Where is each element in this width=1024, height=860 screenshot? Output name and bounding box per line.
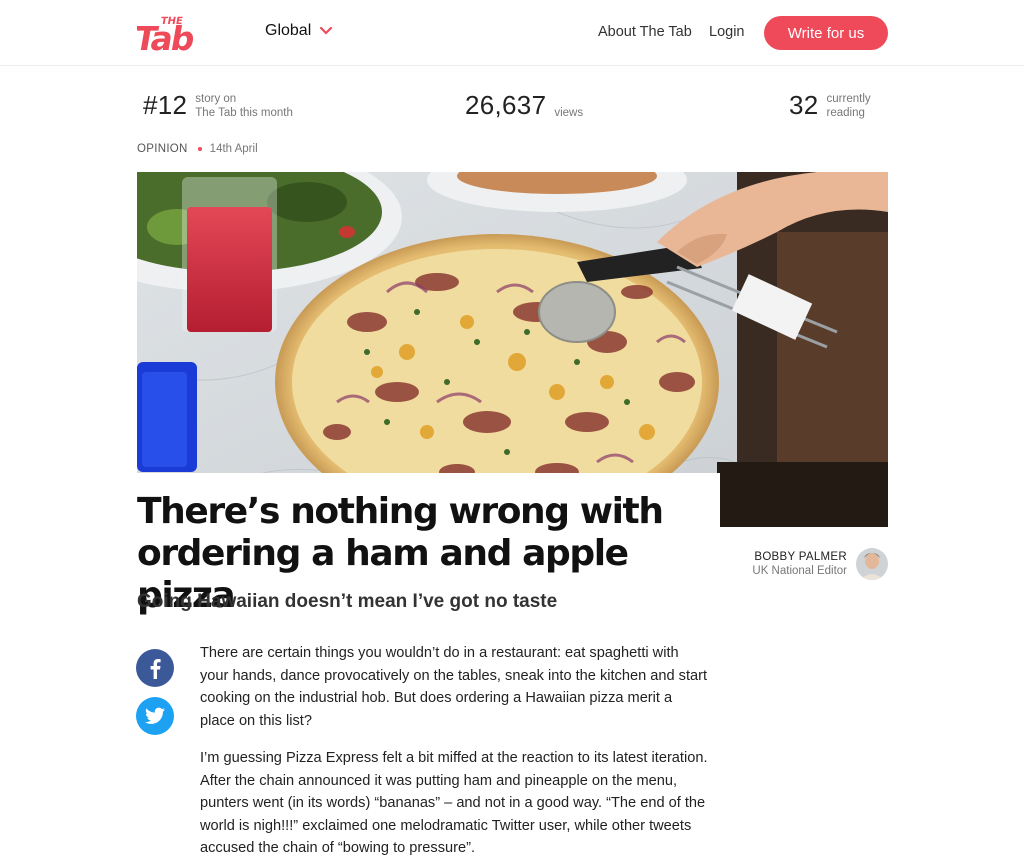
nav-login-link[interactable]: Login	[709, 24, 744, 40]
edition-label: Global	[265, 22, 312, 39]
facebook-icon	[150, 659, 161, 679]
rank-label-line1: story on	[195, 92, 237, 105]
site-header: THE Tab Global About The Tab Login Write…	[0, 0, 1024, 66]
author-role: UK National Editor	[752, 565, 847, 577]
article-paragraph: I’m guessing Pizza Express felt a bit mi…	[200, 750, 708, 856]
reading-label: currently reading	[827, 92, 871, 120]
stat-reading: 32 currently reading	[789, 90, 871, 121]
meta-separator-dot	[197, 147, 202, 151]
article-date: 14th April	[209, 143, 258, 155]
reading-value: 32	[789, 90, 819, 120]
nav-about-link[interactable]: About The Tab	[598, 24, 692, 40]
author-byline[interactable]: BOBBY PALMER UK National Editor	[752, 548, 888, 580]
share-twitter-button[interactable]	[136, 697, 174, 735]
rank-label-line2: The Tab this month	[195, 106, 293, 119]
share-facebook-button[interactable]	[136, 649, 174, 687]
chevron-down-icon	[320, 26, 333, 35]
views-label: views	[554, 106, 584, 119]
article-subtitle: Going Hawaiian doesn’t mean I’ve got no …	[137, 591, 558, 612]
reading-label-line2: reading	[826, 106, 865, 119]
author-avatar[interactable]	[856, 548, 888, 580]
article-meta: OPINION 14th April	[137, 143, 258, 155]
reading-label-line1: currently	[826, 92, 871, 105]
article-category[interactable]: OPINION	[137, 143, 188, 155]
stat-rank: #12 story on The Tab this month	[143, 90, 293, 121]
rank-value: #12	[143, 90, 188, 120]
author-text: BOBBY PALMER UK National Editor	[752, 550, 847, 578]
svg-text:Tab: Tab	[137, 19, 197, 52]
article-paragraph: There are certain things you wouldn’t do…	[200, 645, 708, 729]
rank-label: story on The Tab this month	[195, 92, 293, 120]
write-for-us-button[interactable]: Write for us	[764, 16, 888, 50]
article-body: There are certain things you wouldn’t do…	[200, 642, 710, 860]
stat-views: 26,637 views	[465, 90, 583, 121]
author-name[interactable]: BOBBY PALMER	[752, 550, 847, 564]
views-value: 26,637	[465, 90, 547, 120]
twitter-icon	[145, 707, 165, 724]
edition-selector[interactable]: Global	[265, 22, 333, 40]
the-tab-logo[interactable]: THE Tab	[131, 14, 217, 58]
